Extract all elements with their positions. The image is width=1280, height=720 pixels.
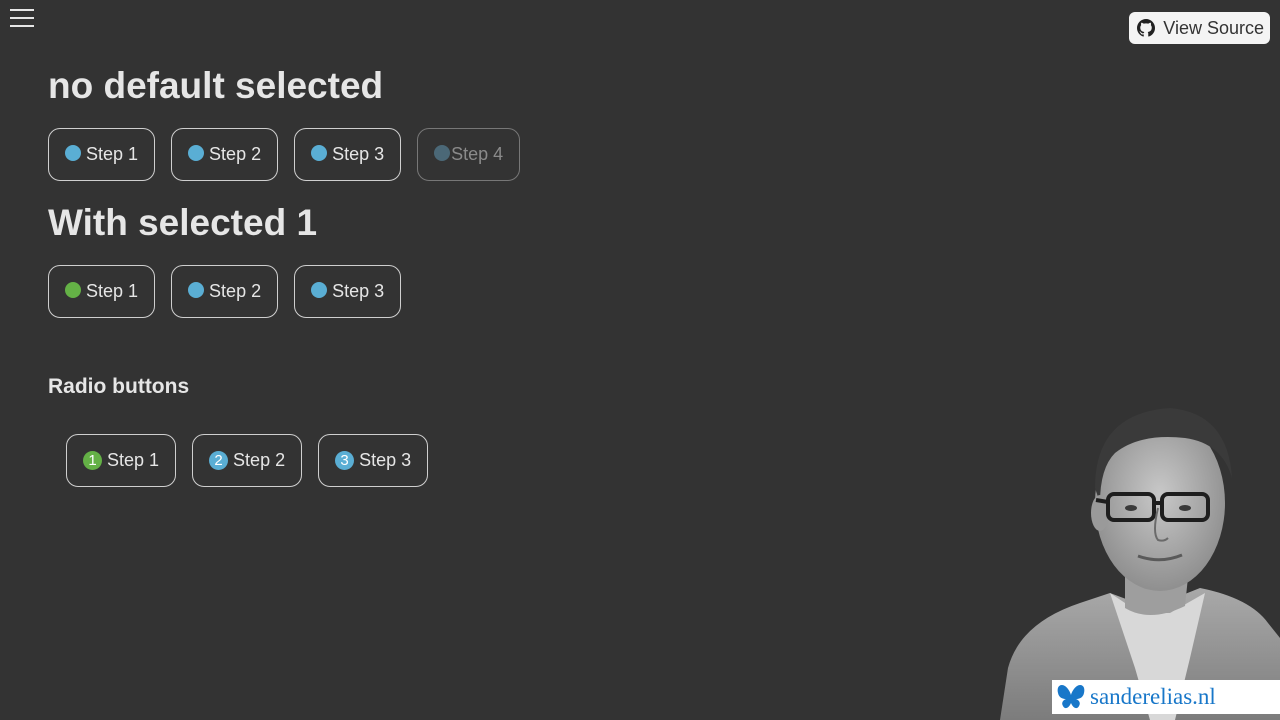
step-dot-icon (188, 144, 205, 161)
view-source-label: View Source (1163, 17, 1264, 38)
step-label: Step 4 (451, 144, 504, 164)
step-label: Step 3 (359, 450, 412, 470)
step-label: Step 2 (209, 281, 262, 301)
step-dot-icon (188, 281, 205, 298)
stepper-selected: Step 1 Step 2 Step 3 (48, 265, 402, 318)
step-label: Step 3 (332, 281, 385, 301)
section-title-selected: With selected 1 (48, 202, 318, 243)
hamburger-menu-icon[interactable] (10, 9, 34, 27)
step-button-3[interactable]: Step 3 (294, 128, 402, 181)
radio-step-2[interactable]: 2 Step 2 (192, 434, 303, 487)
brand-link[interactable]: sanderelias.nl (1052, 680, 1280, 714)
brand-text: sanderelias.nl (1090, 684, 1216, 709)
radio-stepper: 1 Step 1 2 Step 2 3 Step 3 (66, 434, 429, 487)
step-label: Step 1 (86, 144, 139, 164)
step-dot-icon (311, 281, 328, 298)
step-dot-icon (65, 144, 81, 161)
github-icon (1137, 19, 1156, 37)
step-button-2[interactable]: Step 2 (171, 128, 279, 181)
step-dot-icon (311, 144, 328, 161)
step-button-4: Step 4 (417, 128, 521, 181)
section-title-radio: Radio buttons (48, 375, 190, 398)
view-source-button[interactable]: View Source (1129, 12, 1270, 44)
radio-step-1[interactable]: 1 Step 1 (66, 434, 177, 487)
step-label: Step 1 (107, 450, 160, 470)
step-number-badge: 3 (335, 451, 355, 470)
step-label: Step 2 (233, 450, 286, 470)
step-button-1[interactable]: Step 1 (48, 128, 156, 181)
radio-step-3[interactable]: 3 Step 3 (318, 434, 429, 487)
stepper-no-default: Step 1 Step 2 Step 3 Step 4 (48, 128, 521, 181)
step-number-badge: 2 (209, 451, 229, 470)
step-dot-icon (65, 281, 81, 298)
step-label: Step 2 (209, 144, 262, 164)
butterfly-icon (1057, 685, 1085, 709)
author-portrait (1000, 408, 1280, 720)
step-label: Step 3 (332, 144, 385, 164)
step-button-2[interactable]: Step 2 (171, 265, 279, 318)
step-button-3[interactable]: Step 3 (294, 265, 402, 318)
step-number-badge: 1 (83, 451, 102, 470)
step-dot-icon (434, 144, 451, 161)
step-label: Step 1 (86, 281, 139, 301)
section-title-no-default: no default selected (48, 65, 384, 106)
step-button-1[interactable]: Step 1 (48, 265, 156, 318)
